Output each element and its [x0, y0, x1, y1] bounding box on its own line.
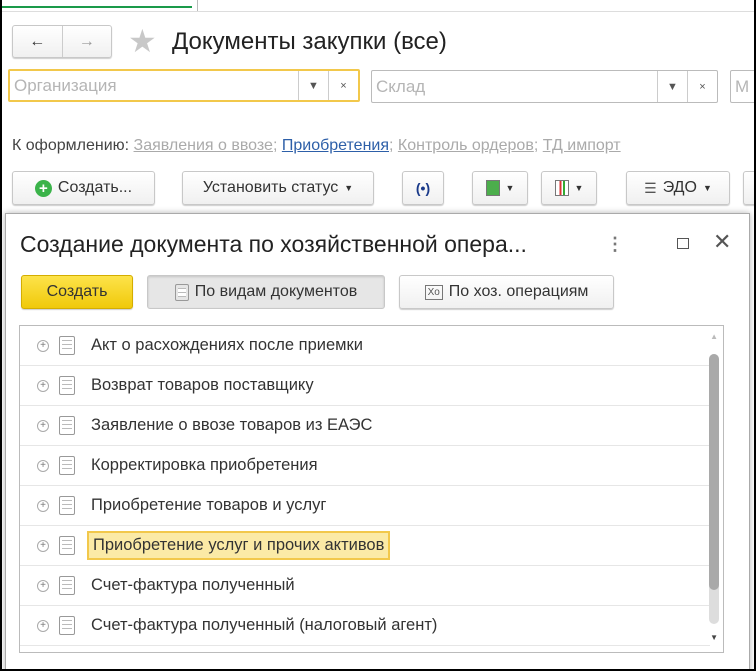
expand-icon[interactable]: + [37, 379, 49, 392]
reports-button[interactable]: ▼ [541, 171, 597, 205]
expand-icon[interactable]: + [37, 339, 49, 352]
chevron-down-icon: ▼ [574, 183, 584, 193]
more-toolbar-button[interactable] [743, 171, 754, 205]
create-document-dialog: Создание документа по хозяйственной опер… [5, 213, 750, 669]
back-button[interactable]: ← [13, 33, 62, 51]
list-item[interactable]: + Возврат товаров поставщику [20, 366, 710, 406]
document-icon [59, 496, 75, 515]
organization-placeholder: Организация [14, 75, 117, 95]
document-icon [59, 616, 75, 635]
list-item[interactable]: + Заявление о ввозе товаров из ЕАЭС [20, 406, 710, 446]
warehouse-placeholder: Склад [376, 76, 426, 96]
create-label: Создать... [57, 179, 133, 196]
expand-icon[interactable]: + [37, 579, 49, 592]
clear-icon[interactable]: × [328, 71, 358, 100]
list-item[interactable]: + Счет-фактура полученный [20, 566, 710, 606]
list-item[interactable]: + Счет-фактура полученный (налоговый аген… [20, 606, 710, 646]
document-icon [59, 336, 75, 355]
item-label: Заявление о ввозе товаров из ЕАЭС [91, 416, 373, 434]
document-icon [174, 283, 189, 301]
chevron-down-icon: ▼ [505, 183, 515, 193]
link-customs-import[interactable]: ТД импорт [543, 137, 621, 154]
exchange-icon[interactable]: (•) [402, 171, 444, 205]
third-filter-placeholder: М [735, 76, 750, 96]
page-title: Документы закупки (все) [172, 28, 447, 55]
item-label: Приобретение товаров и услуг [91, 496, 327, 514]
list-item-selected[interactable]: + Приобретение услуг и прочих активов [20, 526, 710, 566]
document-type-list: + Акт о расхождениях после приемки + Возвр… [19, 325, 724, 653]
operations-icon: Xo [424, 284, 443, 300]
plus-icon: + [34, 179, 52, 197]
scrollbar-thumb[interactable] [709, 354, 719, 590]
document-icon [59, 416, 75, 435]
documents-icon [485, 180, 500, 196]
expand-icon[interactable]: + [37, 619, 49, 632]
nav-buttons: ← → [12, 25, 112, 58]
scroll-up-icon[interactable]: ▲ [710, 332, 718, 341]
dialog-create-button[interactable]: Создать [21, 275, 133, 309]
organization-field[interactable]: Организация ▼ × [8, 69, 360, 102]
document-icon [59, 576, 75, 595]
close-icon[interactable]: ✕ [713, 229, 731, 255]
main-window: ← → ★ Документы закупки (все) Организаци… [2, 0, 754, 669]
item-label: Возврат товаров поставщику [91, 376, 314, 394]
clear-icon[interactable]: × [687, 71, 717, 102]
chevron-down-icon: ▼ [702, 183, 712, 193]
to-process-label: К оформлению: [12, 137, 130, 154]
copy-documents-button[interactable]: ▼ [472, 171, 528, 205]
list-item[interactable]: + Акт о расхождениях после приемки [20, 326, 710, 366]
document-icon [59, 456, 75, 475]
item-label: Акт о расхождениях после приемки [91, 336, 363, 354]
forward-button[interactable]: → [63, 33, 112, 51]
expand-icon[interactable]: + [37, 459, 49, 472]
active-tab-indicator [2, 6, 192, 8]
chevron-down-icon: ▼ [344, 183, 354, 193]
item-label: Счет-фактура полученный [91, 576, 295, 594]
set-status-label: Установить статус [202, 179, 339, 196]
link-order-control[interactable]: Контроль ордеров [398, 137, 534, 154]
maximize-icon[interactable] [677, 238, 689, 249]
item-label: Корректировка приобретения [91, 456, 318, 474]
link-import-applications[interactable]: Заявления о ввозе [134, 137, 273, 154]
by-operations-toggle[interactable]: Xo По хоз. операциям [399, 275, 614, 309]
item-label: Приобретение услуг и прочих активов [87, 531, 391, 560]
by-document-types-label: По видам документов [194, 283, 358, 300]
chevron-down-icon[interactable]: ▼ [298, 71, 328, 100]
dialog-title: Создание документа по хозяйственной опер… [20, 231, 527, 257]
create-button[interactable]: + Создать... [12, 171, 155, 205]
more-options-icon[interactable]: ⋮ [606, 234, 624, 255]
list-item[interactable]: + Приобретение товаров и услуг [20, 486, 710, 526]
scroll-down-icon[interactable]: ▼ [710, 633, 718, 642]
divider [2, 11, 754, 12]
edo-icon: ☰ [644, 179, 657, 196]
document-icon [59, 376, 75, 395]
favorite-star-icon[interactable]: ★ [128, 22, 157, 60]
warehouse-field[interactable]: Склад ▼ × [371, 70, 718, 103]
expand-icon[interactable]: + [37, 539, 49, 552]
by-document-types-toggle[interactable]: По видам документов [147, 275, 385, 309]
third-filter-field[interactable]: М [730, 70, 754, 103]
list-item[interactable]: + Корректировка приобретения [20, 446, 710, 486]
by-operations-label: По хоз. операциям [448, 283, 589, 300]
set-status-button[interactable]: Установить статус ▼ [182, 171, 374, 205]
dialog-create-label: Создать [46, 283, 108, 300]
link-purchases[interactable]: Приобретения [282, 137, 389, 154]
chevron-down-icon[interactable]: ▼ [657, 71, 687, 102]
item-label: Счет-фактура полученный (налоговый агент… [91, 616, 438, 634]
edo-button[interactable]: ☰ ЭДО ▼ [626, 171, 730, 205]
expand-icon[interactable]: + [37, 419, 49, 432]
expand-icon[interactable]: + [37, 499, 49, 512]
edo-label: ЭДО [662, 179, 697, 196]
document-icon [59, 536, 75, 555]
to-process-bar: К оформлению: Заявления о ввозе; Приобре… [12, 137, 621, 154]
report-icon [554, 180, 569, 196]
